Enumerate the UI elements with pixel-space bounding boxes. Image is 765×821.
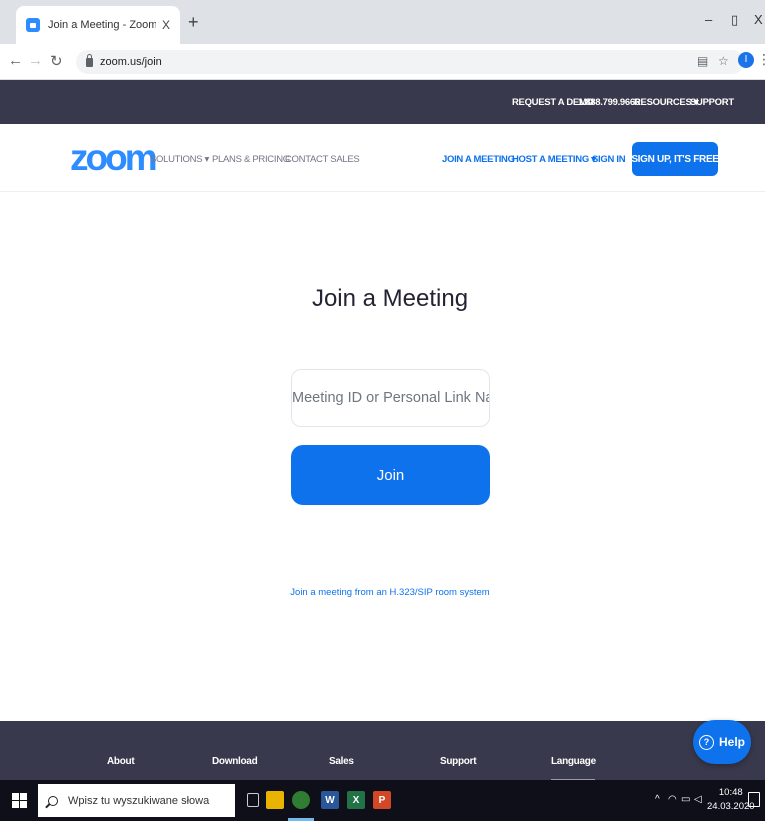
footer-support[interactable]: Support [440,756,477,767]
file-explorer-icon[interactable] [266,791,284,809]
wifi-icon[interactable]: ◠ [668,794,677,805]
join-meeting-link[interactable]: JOIN A MEETING [442,154,515,165]
plans-pricing-link[interactable]: PLANS & PRICING [212,154,290,165]
solutions-menu[interactable]: SOLUTIONS ▾ [150,154,209,165]
meeting-id-input[interactable] [291,369,490,427]
zoom-top-bar: REQUEST A DEMO 1.888.799.9666 RESOURCES … [0,80,765,124]
url-text: zoom.us/join [100,56,162,68]
contact-sales-link[interactable]: CONTACT SALES [285,154,360,165]
resources-menu[interactable]: RESOURCES ▾ [634,97,699,108]
page-title: Join a Meeting [311,285,469,312]
tab-title: Join a Meeting - Zoom [48,19,156,31]
sip-room-system-link[interactable]: Join a meeting from an H.323/SIP room sy… [0,587,765,598]
sign-in-link[interactable]: SIGN IN [592,154,626,165]
help-button[interactable]: ? Help [693,720,751,764]
footer-language[interactable]: Language [551,756,596,767]
browser-tab[interactable]: Join a Meeting - Zoom X [16,6,180,44]
address-bar-row: ← → ↻ zoom.us/join ▤ ☆ [0,44,765,80]
help-label: Help [718,735,745,749]
zoom-logo[interactable]: zoom [70,139,158,176]
forward-arrow-icon[interactable]: → [28,52,43,69]
task-view-icon[interactable] [247,793,259,807]
footer-about[interactable]: About [107,756,135,767]
reload-icon[interactable]: ↻ [50,52,63,70]
support-link[interactable]: SUPPORT [690,97,734,108]
new-tab-button[interactable]: + [188,12,199,33]
battery-icon[interactable]: ▭ [681,794,690,805]
question-icon: ? [698,734,714,750]
taskbar-search-placeholder: Wpisz tu wyszukiwane słowa [68,794,210,807]
profile-avatar[interactable]: I [738,52,754,68]
join-button[interactable]: Join [291,445,490,505]
back-arrow-icon[interactable]: ← [8,52,23,69]
zoom-navbar: zoom SOLUTIONS ▾ PLANS & PRICING CONTACT… [0,124,765,192]
lock-icon [86,53,93,67]
search-icon [48,795,58,806]
notification-icon[interactable] [748,792,760,807]
tray-chevron-icon[interactable]: ^ [655,794,660,805]
taskbar-search-box[interactable]: Wpisz tu wyszukiwane słowa [38,784,235,817]
windows-start-icon[interactable] [12,793,27,808]
translate-icon[interactable]: ▤ [697,54,708,68]
footer-download[interactable]: Download [212,756,258,767]
minimize-button[interactable]: – [705,12,712,27]
windows-taskbar: Wpisz tu wyszukiwane słowa W X P ^ ◠ ▭ ◁… [0,780,765,821]
zoom-footer: About Download Sales Support Language [0,721,765,780]
volume-icon[interactable]: ◁ [694,794,702,805]
chrome-icon[interactable] [292,791,310,809]
phone-link[interactable]: 1.888.799.9666 [578,97,640,108]
zoom-favicon-icon [26,18,40,32]
browser-tab-strip: Join a Meeting - Zoom X + – ▯ X [0,0,765,44]
browser-menu-icon[interactable]: ⋮ [757,51,765,68]
host-meeting-menu[interactable]: HOST A MEETING ▾ [512,154,596,165]
tab-close-icon[interactable]: X [162,18,170,32]
url-field[interactable]: zoom.us/join ▤ ☆ [76,50,744,74]
powerpoint-icon[interactable]: P [373,791,391,809]
bookmark-star-icon[interactable]: ☆ [718,54,729,68]
restore-button[interactable]: ▯ [731,12,738,28]
footer-sales[interactable]: Sales [329,756,354,767]
close-window-button[interactable]: X [754,12,763,27]
word-icon[interactable]: W [321,791,339,809]
excel-icon[interactable]: X [347,791,365,809]
sign-up-button[interactable]: SIGN UP, IT'S FREE [631,142,719,176]
